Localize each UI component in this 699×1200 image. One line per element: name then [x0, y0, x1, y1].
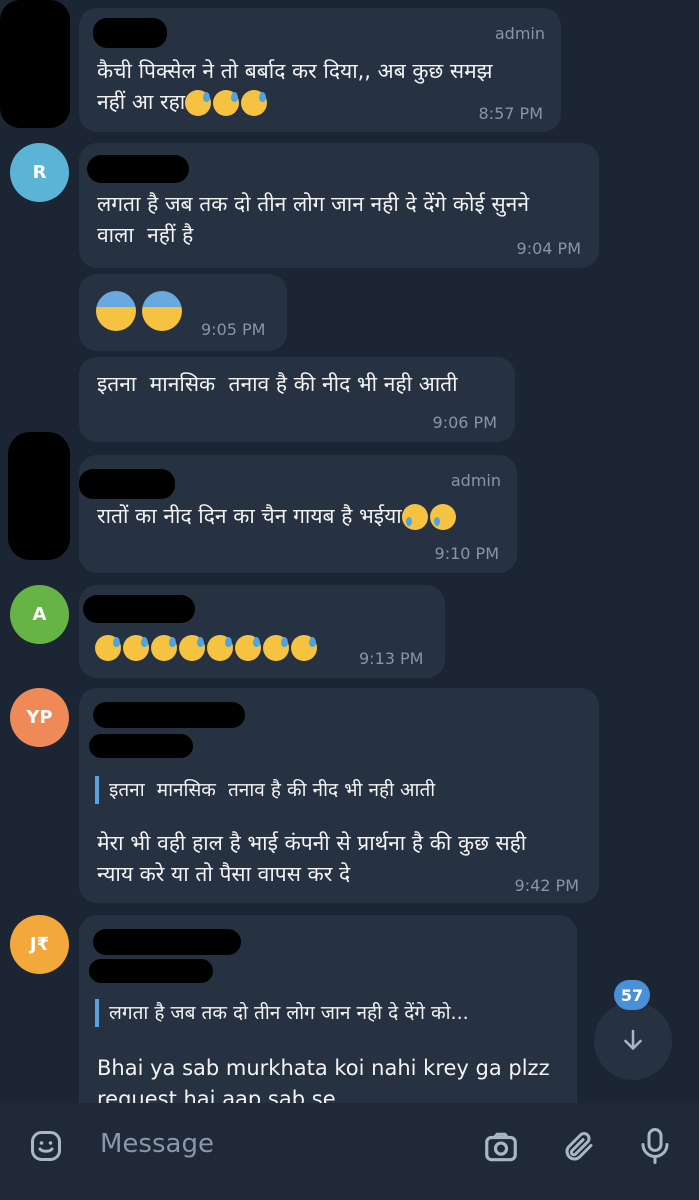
redacted-sender-name	[87, 155, 189, 183]
message-text: Bhai ya sab murkhata koi nahi krey ga pl…	[97, 1056, 550, 1103]
message-text: कैची पिक्सेल ने तो बर्बाद कर दिया,, अब क…	[97, 59, 493, 116]
message-time: 9:05 PM	[201, 320, 266, 339]
message-bubble[interactable]: इतना मानसिक तनाव है की नीद भी नही आती 9:…	[79, 357, 515, 442]
message-bubble[interactable]: admin रातों का नीद दिन का चैन गायब है भई…	[79, 455, 517, 573]
redacted-sender-name	[93, 702, 245, 728]
avatar[interactable]: J₹	[10, 915, 69, 974]
message-bubble[interactable]: 9:13 PM	[79, 585, 445, 678]
scroll-to-bottom-button[interactable]	[594, 1002, 672, 1080]
message-bubble[interactable]: लगता है जब तक दो तीन लोग जान नही दे देंग…	[79, 143, 599, 268]
avatar[interactable]: YP	[10, 688, 69, 747]
message-time: 9:13 PM	[359, 649, 424, 668]
admin-badge: admin	[494, 24, 545, 43]
message-text: मेरा भी वही हाल है भाई कंपनी से प्रार्थन…	[97, 831, 527, 886]
redacted-sender-name	[79, 469, 175, 499]
message-input[interactable]: Message	[100, 1129, 214, 1159]
message-text: लगता है जब तक दो तीन लोग जान नही दे देंग…	[97, 192, 529, 247]
arrow-down-icon	[624, 1029, 642, 1050]
microphone-icon[interactable]	[634, 1124, 676, 1168]
redacted-avatar	[0, 0, 70, 128]
message-bubble[interactable]: admin कैची पिक्सेल ने तो बर्बाद कर दिया,…	[79, 8, 561, 132]
camera-icon[interactable]	[480, 1126, 522, 1168]
crying-emoji-icon	[401, 504, 458, 530]
message-time: 8:57 PM	[478, 104, 543, 123]
paperclip-icon[interactable]	[558, 1126, 600, 1168]
message-bubble[interactable]: 9:05 PM	[79, 274, 287, 351]
message-bubble[interactable]: लगता है जब तक दो तीन लोग जान नही दे देंग…	[79, 915, 577, 1103]
chat-message-list[interactable]: admin कैची पिक्सेल ने तो बर्बाद कर दिया,…	[0, 0, 699, 1103]
message-bubble[interactable]: इतना मानसिक तनाव है की नीद भी नही आती मे…	[79, 688, 599, 903]
avatar[interactable]: A	[10, 585, 69, 644]
message-time: 9:42 PM	[514, 876, 579, 895]
reply-quote[interactable]: लगता है जब तक दो तीन लोग जान नही दे देंग…	[95, 999, 469, 1027]
unread-count-badge: 57	[614, 980, 650, 1010]
message-text: रातों का नीद दिन का चैन गायब है भईया	[97, 501, 458, 532]
message-time: 9:04 PM	[516, 239, 581, 258]
redacted-sender-name	[83, 595, 195, 623]
message-time: 9:10 PM	[434, 544, 499, 563]
anxious-sweat-emoji-icon	[96, 291, 184, 331]
redacted-sender-name	[93, 18, 167, 48]
redacted-quote-name	[89, 959, 213, 983]
emoji-sticker-icon[interactable]	[26, 1126, 66, 1166]
sweat-emoji-icon	[185, 90, 269, 116]
reply-quote[interactable]: इतना मानसिक तनाव है की नीद भी नही आती	[95, 776, 435, 804]
admin-badge: admin	[450, 471, 501, 490]
message-time: 9:06 PM	[432, 413, 497, 432]
redacted-sender-name	[93, 929, 241, 955]
message-text: इतना मानसिक तनाव है की नीद भी नही आती	[97, 372, 458, 396]
avatar[interactable]: R	[10, 143, 69, 202]
disappointed-emoji-icon	[95, 635, 319, 661]
redacted-quote-name	[89, 734, 193, 758]
redacted-avatar	[8, 432, 70, 560]
